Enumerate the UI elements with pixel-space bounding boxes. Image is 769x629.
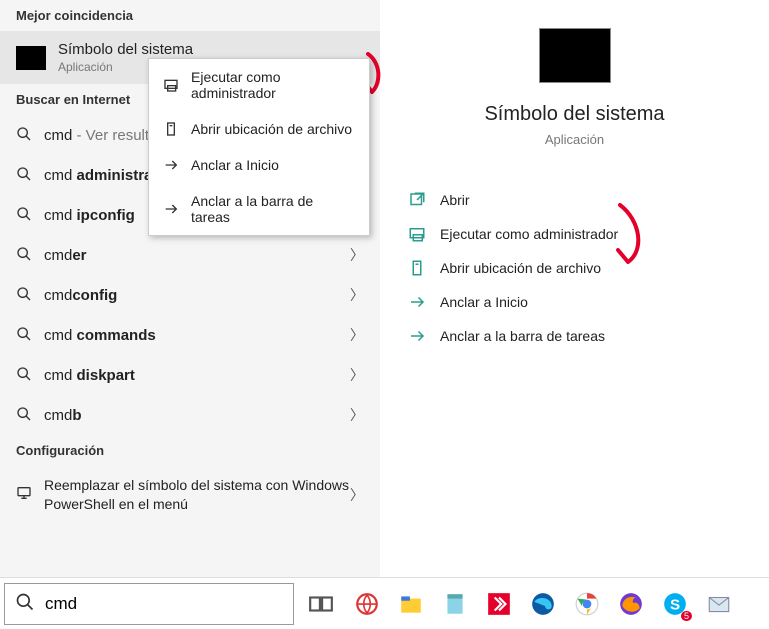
ctx-pin-start[interactable]: Anclar a Inicio	[149, 147, 369, 183]
web-result-row[interactable]: cmd diskpart 〉	[0, 355, 380, 395]
taskbar-app-icon[interactable]	[352, 589, 382, 619]
settings-item[interactable]: Reemplazar el símbolo del sistema con Wi…	[0, 466, 380, 524]
web-result-row[interactable]: cmdb 〉	[0, 395, 380, 435]
pin-task-icon	[408, 327, 426, 345]
search-icon	[16, 206, 32, 225]
settings-label: Reemplazar el símbolo del sistema con Wi…	[44, 476, 350, 514]
monitor-icon	[16, 485, 32, 504]
app-thumb	[539, 28, 611, 83]
web-result-row[interactable]: cmd commands 〉	[0, 315, 380, 355]
action-loc[interactable]: Abrir ubicación de archivo	[408, 251, 741, 285]
open-icon	[408, 191, 426, 209]
chevron-right-icon: 〉	[350, 405, 364, 425]
search-icon	[16, 366, 32, 385]
best-match-title: Símbolo del sistema	[58, 41, 193, 58]
action-loc-label: Abrir ubicación de archivo	[440, 260, 601, 276]
config-header: Configuración	[0, 435, 380, 466]
badge: 5	[681, 611, 692, 621]
chevron-right-icon: 〉	[350, 365, 364, 385]
search-box[interactable]	[4, 583, 294, 625]
result-label: cmdconfig	[44, 287, 117, 304]
taskbar-firefox-icon[interactable]	[616, 589, 646, 619]
ctx-loc-label: Abrir ubicación de archivo	[191, 121, 352, 137]
result-label: cmd commands	[44, 327, 156, 344]
taskbar-notepad-icon[interactable]	[440, 589, 470, 619]
action-open-label: Abrir	[440, 192, 470, 208]
web-result-row[interactable]: cmder 〉	[0, 235, 380, 275]
action-pin-task-label: Anclar a la barra de tareas	[440, 328, 605, 344]
pin-start-icon	[408, 293, 426, 311]
ctx-open-loc[interactable]: Abrir ubicación de archivo	[149, 111, 369, 147]
taskbar-chrome-icon[interactable]	[572, 589, 602, 619]
result-label: cmd ipconfig	[44, 207, 135, 224]
taskbar-anydesk-icon[interactable]	[484, 589, 514, 619]
result-label: cmder	[44, 247, 87, 264]
pin-icon	[163, 157, 179, 173]
context-menu: Ejecutar como administrador Abrir ubicac…	[148, 58, 370, 236]
search-icon	[16, 166, 32, 185]
chevron-right-icon: 〉	[350, 285, 364, 305]
chevron-right-icon: 〉	[350, 245, 364, 265]
search-icon	[15, 592, 35, 615]
web-result-row[interactable]: cmdconfig 〉	[0, 275, 380, 315]
ctx-admin-label: Ejecutar como administrador	[191, 69, 355, 101]
action-admin[interactable]: Ejecutar como administrador	[408, 217, 741, 251]
admin-icon	[408, 225, 426, 243]
action-pin-task[interactable]: Anclar a la barra de tareas	[408, 319, 741, 353]
taskbar-edge-icon[interactable]	[528, 589, 558, 619]
action-pin-start[interactable]: Anclar a Inicio	[408, 285, 741, 319]
result-label: cmdb	[44, 407, 82, 424]
search-input[interactable]	[45, 594, 283, 614]
action-pin-start-label: Anclar a Inicio	[440, 294, 528, 310]
ctx-pinstart-label: Anclar a Inicio	[191, 157, 279, 173]
ctx-run-admin[interactable]: Ejecutar como administrador	[149, 59, 369, 111]
search-icon	[16, 406, 32, 425]
chevron-right-icon: 〉	[350, 485, 364, 505]
taskbar-skype-icon[interactable]: S5	[660, 589, 690, 619]
app-title: Símbolo del sistema	[484, 103, 664, 126]
folder-icon	[408, 259, 426, 277]
search-icon	[16, 246, 32, 265]
action-open[interactable]: Abrir	[408, 183, 741, 217]
admin-icon	[163, 77, 179, 93]
ctx-pin-task[interactable]: Anclar a la barra de tareas	[149, 183, 369, 235]
search-icon	[16, 126, 32, 145]
task-view-icon[interactable]	[308, 591, 334, 617]
pin-icon	[163, 201, 179, 217]
search-icon	[16, 286, 32, 305]
best-match-header: Mejor coincidencia	[0, 0, 380, 31]
ctx-pintask-label: Anclar a la barra de tareas	[191, 193, 355, 225]
chevron-right-icon: 〉	[350, 325, 364, 345]
taskbar-mail-icon[interactable]	[704, 589, 734, 619]
app-sub: Aplicación	[545, 132, 604, 147]
taskbar-explorer-icon[interactable]	[396, 589, 426, 619]
search-icon	[16, 326, 32, 345]
result-label: cmd diskpart	[44, 367, 135, 384]
cmd-icon	[16, 46, 46, 70]
svg-text:S: S	[670, 596, 680, 613]
folder-icon	[163, 121, 179, 137]
action-admin-label: Ejecutar como administrador	[440, 226, 618, 242]
